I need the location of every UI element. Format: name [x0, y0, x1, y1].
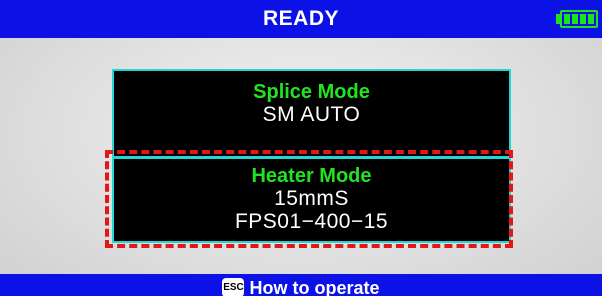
- how-to-operate-label: How to operate: [249, 277, 380, 296]
- status-title: READY: [262, 7, 339, 30]
- splice-mode-title: Splice Mode: [253, 81, 370, 103]
- battery-full-icon: [560, 10, 598, 28]
- splicer-screen: READY Splice Mode SM AUTO Heater Mode 15…: [0, 0, 602, 296]
- help-bar[interactable]: ESC How to operate: [0, 274, 602, 296]
- esc-key-icon: ESC: [222, 277, 245, 296]
- splice-mode-value: SM AUTO: [262, 103, 361, 126]
- splice-mode-panel[interactable]: Splice Mode SM AUTO: [112, 69, 511, 158]
- heater-mode-highlight: [105, 150, 513, 248]
- status-bar: READY: [0, 0, 602, 38]
